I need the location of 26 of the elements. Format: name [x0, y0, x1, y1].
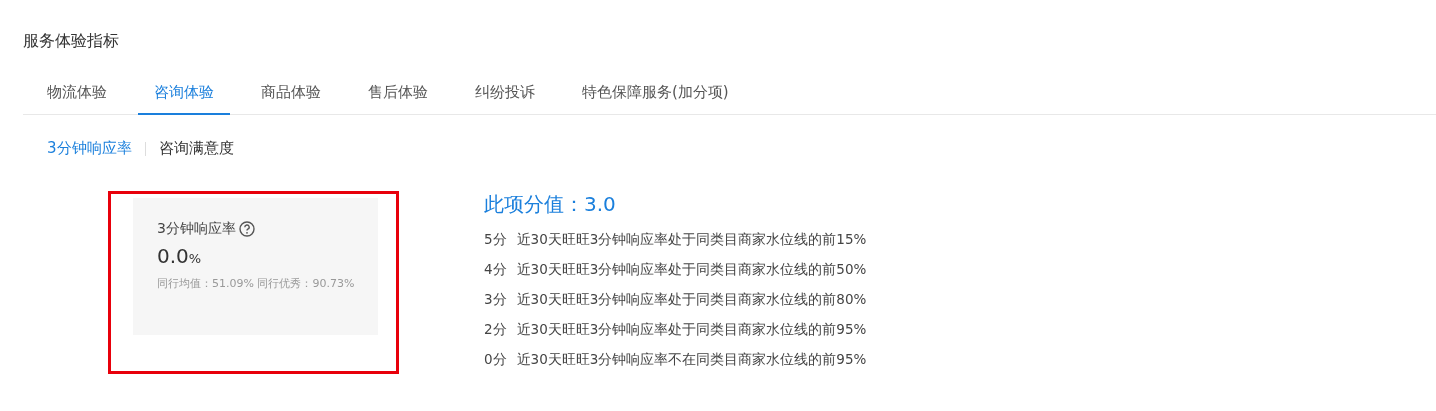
tab[interactable]: 物流体验	[31, 75, 123, 115]
page-title: 服务体验指标	[23, 30, 120, 52]
rule-text: 近30天旺旺3分钟响应率不在同类目商家水位线的前95%	[516, 351, 867, 367]
rule-text: 近30天旺旺3分钟响应率处于同类目商家水位线的前50%	[516, 261, 867, 277]
tab[interactable]: 咨询体验	[138, 75, 230, 115]
metric-title: 3分钟响应率	[157, 220, 236, 238]
rule-points: 2分	[484, 321, 507, 337]
metric-unit: %	[188, 251, 202, 266]
rule-text: 近30天旺旺3分钟响应率处于同类目商家水位线的前95%	[516, 321, 867, 337]
rule-points: 4分	[484, 261, 507, 277]
tab[interactable]: 商品体验	[245, 75, 337, 115]
rule-text: 近30天旺旺3分钟响应率处于同类目商家水位线的前15%	[516, 231, 867, 247]
metric-value: 0.0	[157, 244, 189, 268]
tab[interactable]: 纠纷投诉	[459, 75, 551, 115]
rule-points: 3分	[484, 291, 507, 307]
rule-points: 5分	[484, 231, 507, 247]
tab[interactable]: 特色保障服务(加分项)	[566, 75, 745, 115]
peer-excellent: 同行优秀：90.73%	[257, 277, 355, 290]
peer-average: 同行均值：51.09%	[157, 277, 254, 290]
rule-points: 0分	[484, 351, 507, 367]
tab[interactable]: 售后体验	[352, 75, 444, 115]
sub-tab[interactable]: 3分钟响应率	[47, 139, 132, 158]
score-label: 此项分值：3.0	[484, 191, 617, 218]
help-icon[interactable]	[238, 221, 255, 237]
rule-text: 近30天旺旺3分钟响应率处于同类目商家水位线的前80%	[516, 291, 867, 307]
sub-tab[interactable]: 咨询满意度	[158, 139, 234, 158]
